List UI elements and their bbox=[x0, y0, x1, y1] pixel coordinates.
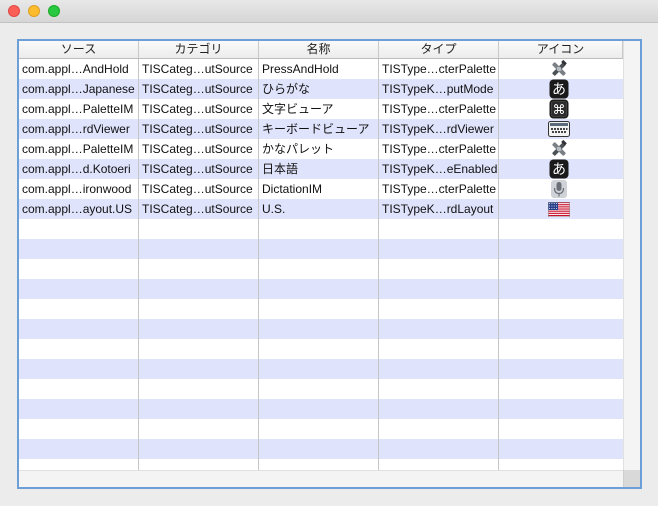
category-cell: TISCateg…utSource bbox=[142, 62, 253, 76]
name-cell: PressAndHold bbox=[262, 62, 339, 76]
source-cell: com.appl…PaletteIM bbox=[22, 102, 134, 116]
empty-table-row bbox=[19, 379, 623, 399]
name-cell: キーボードビューア bbox=[262, 122, 370, 136]
table-row[interactable]: com.appl…PaletteIM TISCateg…utSource かなパレッ… bbox=[19, 139, 623, 159]
column-divider bbox=[258, 59, 259, 470]
column-header-category[interactable]: カテゴリ bbox=[139, 41, 259, 58]
category-cell: TISCateg…utSource bbox=[142, 82, 253, 96]
table-row[interactable]: com.appl…rdViewer TISCateg…utSource キーボードビ… bbox=[19, 119, 623, 139]
svg-text:あ: あ bbox=[552, 162, 566, 178]
table-row[interactable]: com.appl…ironwood TISCateg…utSource Dictat… bbox=[19, 179, 623, 199]
input-sources-table[interactable]: ソース カテゴリ 名称 タイプ アイコン com.appl…AndHold TIS… bbox=[17, 39, 642, 489]
empty-table-row bbox=[19, 439, 623, 459]
close-window-button[interactable] bbox=[8, 5, 20, 17]
column-header-icon[interactable]: アイコン bbox=[499, 41, 623, 58]
name-cell: 文字ビューア bbox=[262, 102, 334, 116]
table-body: com.appl…AndHold TISCateg…utSource PressAn… bbox=[19, 59, 623, 470]
table-row[interactable]: com.appl…d.Kotoeri TISCateg…utSource 日本語 TI… bbox=[19, 159, 623, 179]
name-cell: U.S. bbox=[262, 202, 286, 216]
source-cell: com.appl…ayout.US bbox=[22, 202, 133, 216]
type-cell: TISTypeK…rdLayout bbox=[382, 202, 494, 216]
category-cell: TISCateg…utSource bbox=[142, 162, 253, 176]
table-row[interactable]: com.appl…ayout.US TISCateg…utSource U.S. TI… bbox=[19, 199, 623, 219]
category-cell: TISCateg…utSource bbox=[142, 182, 253, 196]
keyboard-icon bbox=[499, 119, 619, 139]
category-cell: TISCateg…utSource bbox=[142, 202, 253, 216]
source-cell: com.appl…AndHold bbox=[22, 62, 129, 76]
tools-icon bbox=[499, 59, 619, 79]
column-divider bbox=[498, 59, 499, 470]
type-cell: TISType…cterPalette bbox=[382, 102, 497, 116]
source-cell: com.appl…rdViewer bbox=[22, 122, 130, 136]
hiragana-a-icon: あ bbox=[499, 79, 619, 99]
column-divider bbox=[138, 59, 139, 470]
column-divider bbox=[378, 59, 379, 470]
column-header-source[interactable]: ソース bbox=[19, 41, 139, 58]
tools-icon bbox=[499, 139, 619, 159]
type-cell: TISType…cterPalette bbox=[382, 62, 497, 76]
vertical-scrollbar[interactable] bbox=[623, 41, 640, 470]
source-cell: com.appl…d.Kotoeri bbox=[22, 162, 131, 176]
table-row[interactable]: com.appl…Japanese TISCateg…utSource ひらがな TI… bbox=[19, 79, 623, 99]
window-titlebar[interactable] bbox=[0, 0, 658, 23]
category-cell: TISCateg…utSource bbox=[142, 142, 253, 156]
table-header: ソース カテゴリ 名称 タイプ アイコン bbox=[19, 41, 623, 59]
empty-table-row bbox=[19, 399, 623, 419]
empty-table-row bbox=[19, 259, 623, 279]
column-header-name[interactable]: 名称 bbox=[259, 41, 379, 58]
category-cell: TISCateg…utSource bbox=[142, 122, 253, 136]
empty-table-row bbox=[19, 299, 623, 319]
microphone-icon bbox=[499, 179, 619, 199]
empty-table-row bbox=[19, 239, 623, 259]
name-cell: ひらがな bbox=[262, 82, 311, 96]
name-cell: DictationIM bbox=[262, 182, 323, 196]
svg-text:⌘: ⌘ bbox=[553, 103, 566, 118]
zoom-window-button[interactable] bbox=[48, 5, 60, 17]
command-key-icon: ⌘ bbox=[499, 99, 619, 119]
source-cell: com.appl…ironwood bbox=[22, 182, 132, 196]
table-row[interactable]: com.appl…AndHold TISCateg…utSource PressAn… bbox=[19, 59, 623, 79]
empty-table-row bbox=[19, 359, 623, 379]
category-cell: TISCateg…utSource bbox=[142, 102, 253, 116]
type-cell: TISTypeK…eEnabled bbox=[382, 162, 498, 176]
empty-table-row bbox=[19, 279, 623, 299]
empty-table-row bbox=[19, 459, 623, 470]
source-cell: com.appl…Japanese bbox=[22, 82, 135, 96]
us-flag-icon bbox=[499, 199, 619, 219]
hiragana-a-icon: あ bbox=[499, 159, 619, 179]
scroll-corner bbox=[623, 470, 640, 487]
type-cell: TISType…cterPalette bbox=[382, 182, 497, 196]
horizontal-scrollbar[interactable] bbox=[19, 470, 623, 487]
name-cell: 日本語 bbox=[262, 162, 299, 176]
table-row[interactable]: com.appl…PaletteIM TISCateg…utSource 文字ビュー… bbox=[19, 99, 623, 119]
type-cell: TISType…cterPalette bbox=[382, 142, 497, 156]
empty-table-row bbox=[19, 219, 623, 239]
type-cell: TISTypeK…rdViewer bbox=[382, 122, 494, 136]
column-header-type[interactable]: タイプ bbox=[379, 41, 499, 58]
empty-table-row bbox=[19, 339, 623, 359]
type-cell: TISTypeK…putMode bbox=[382, 82, 494, 96]
source-cell: com.appl…PaletteIM bbox=[22, 142, 134, 156]
minimize-window-button[interactable] bbox=[28, 5, 40, 17]
empty-table-row bbox=[19, 419, 623, 439]
name-cell: かなパレット bbox=[262, 142, 335, 156]
empty-table-row bbox=[19, 319, 623, 339]
svg-text:あ: あ bbox=[552, 82, 566, 98]
